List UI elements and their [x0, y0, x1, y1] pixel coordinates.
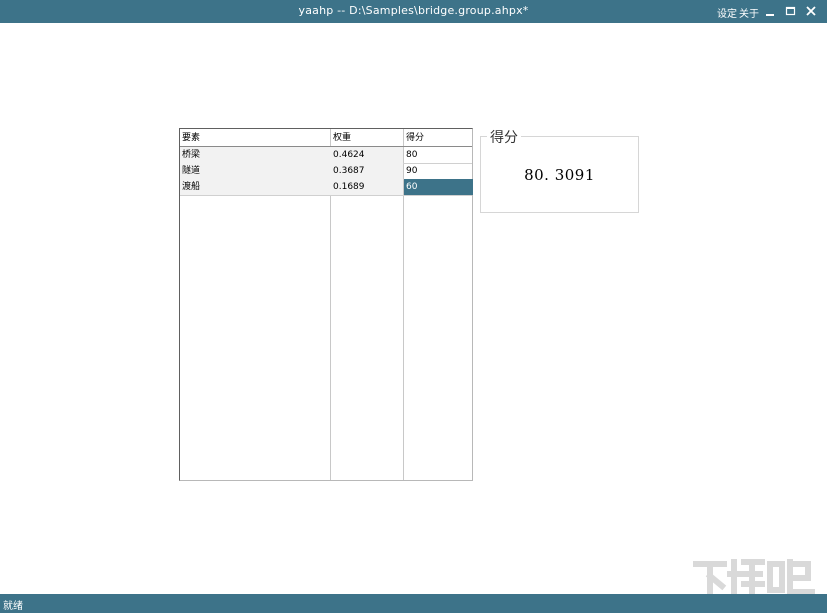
score-legend: 得分: [487, 127, 521, 147]
header-weight[interactable]: 权重: [331, 130, 403, 146]
cell-weight[interactable]: 0.3687: [331, 163, 403, 179]
cell-weight[interactable]: 0.4624: [331, 147, 403, 163]
score-panel: 得分 80. 3091: [480, 127, 639, 213]
table-row[interactable]: 隧道 0.3687 90: [180, 163, 472, 180]
header-element[interactable]: 要素: [180, 130, 331, 146]
grid-header: 要素 权重 得分: [180, 129, 472, 147]
cell-score-selected[interactable]: 60: [404, 179, 473, 195]
cell-score[interactable]: 90: [404, 163, 473, 179]
title-bar: yaahp -- D:\Samples\bridge.group.ahpx* 设…: [0, 0, 827, 23]
factor-grid[interactable]: 要素 权重 得分 桥梁 0.4624 80 隧道 0.3687 90 渡船 0.…: [179, 128, 473, 481]
cell-score[interactable]: 80: [404, 147, 473, 163]
status-bar: 就绪: [0, 594, 827, 613]
about-menu[interactable]: 关于: [739, 5, 759, 20]
close-button[interactable]: [803, 3, 819, 19]
cell-element[interactable]: 隧道: [180, 163, 331, 179]
maximize-button[interactable]: [782, 3, 798, 19]
header-score[interactable]: 得分: [404, 130, 473, 146]
minimize-button[interactable]: [762, 3, 778, 19]
table-row[interactable]: 渡船 0.1689 60: [180, 179, 473, 196]
minimize-icon: [766, 14, 774, 16]
cell-element[interactable]: 桥梁: [180, 147, 331, 163]
cell-weight[interactable]: 0.1689: [331, 179, 403, 195]
cell-element[interactable]: 渡船: [180, 179, 331, 195]
score-value: 80. 3091: [524, 166, 595, 184]
table-row[interactable]: 桥梁 0.4624 80: [180, 147, 472, 164]
window-title: yaahp -- D:\Samples\bridge.group.ahpx*: [298, 4, 529, 17]
settings-menu[interactable]: 设定: [717, 5, 737, 20]
status-text: 就绪: [3, 601, 23, 612]
maximize-icon: [785, 6, 796, 16]
close-icon: [806, 6, 816, 16]
